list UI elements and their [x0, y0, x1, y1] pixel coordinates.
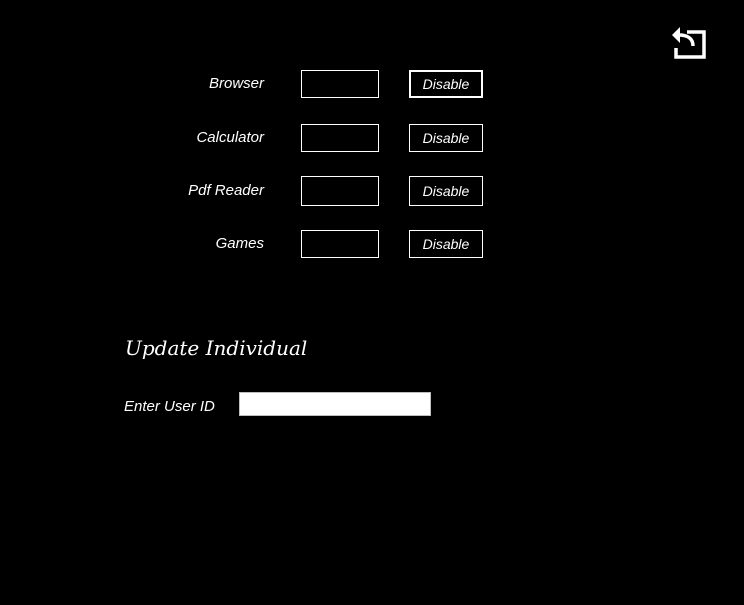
app-label-browser: Browser [208, 75, 264, 92]
app-label-games: Games [215, 235, 264, 252]
user-id-label: Enter User ID [124, 398, 215, 415]
app-label-calculator: Calculator [196, 129, 264, 146]
app-label-pdf-reader: Pdf Reader [188, 182, 264, 199]
app-input-calculator[interactable] [301, 124, 379, 152]
back-button[interactable] [669, 24, 709, 60]
disable-button-browser[interactable]: Disable [409, 70, 483, 98]
app-input-pdf-reader[interactable] [301, 176, 379, 206]
app-input-browser[interactable] [301, 70, 379, 98]
app-input-games[interactable] [301, 230, 379, 258]
disable-button-games[interactable]: Disable [409, 230, 483, 258]
user-id-input[interactable] [239, 392, 431, 416]
section-heading-update-individual: Update Individual [125, 336, 308, 360]
disable-button-calculator[interactable]: Disable [409, 124, 483, 152]
disable-button-pdf-reader[interactable]: Disable [409, 176, 483, 206]
return-arrow-icon [672, 27, 706, 59]
